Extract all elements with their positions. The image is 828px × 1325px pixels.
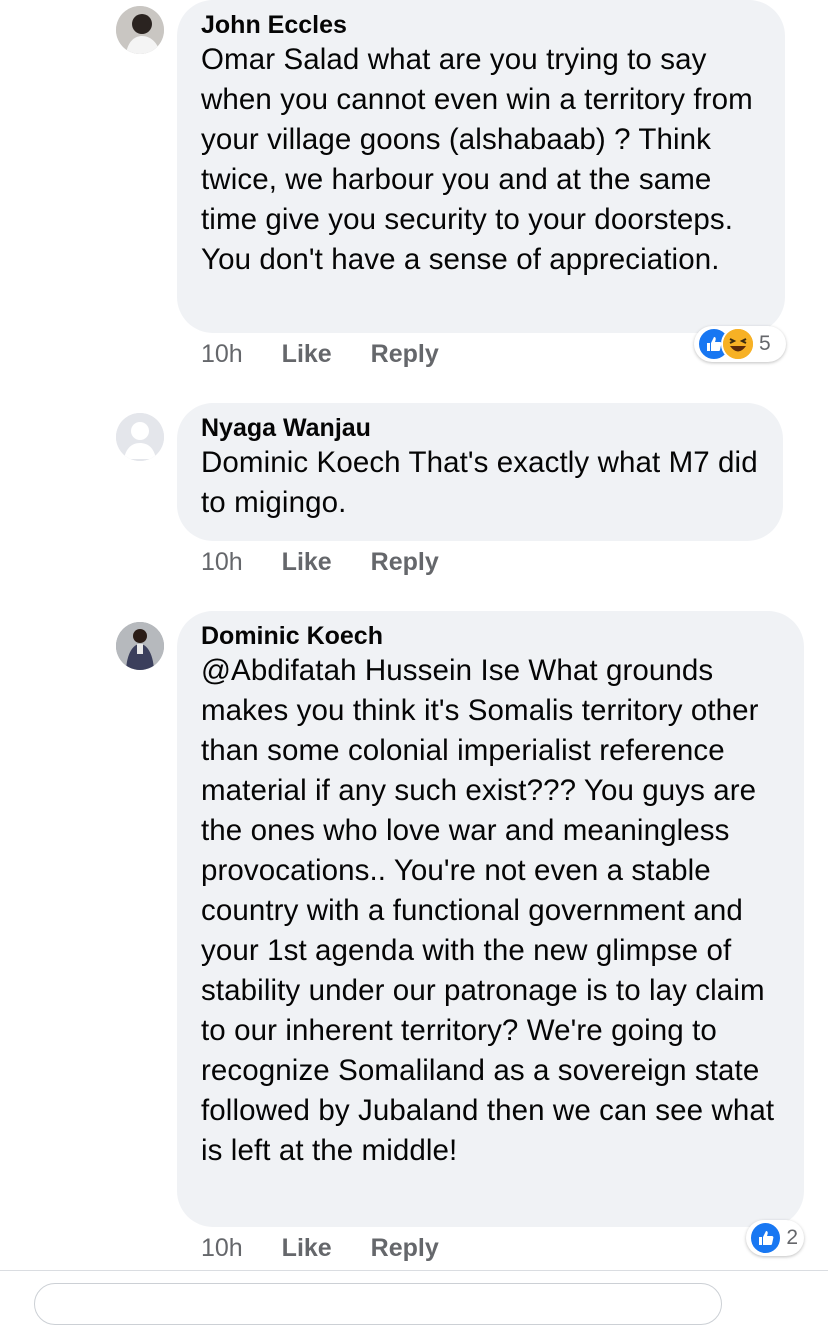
comment-actions: 10h Like Reply	[201, 340, 471, 369]
like-button[interactable]: Like	[282, 340, 332, 369]
default-avatar-icon	[116, 413, 164, 461]
comment-author[interactable]: Nyaga Wanjau	[201, 413, 759, 443]
comment-composer	[0, 1270, 828, 1325]
comment-time[interactable]: 10h	[201, 340, 243, 369]
comment-text: @Abdifatah Hussein Ise What grounds make…	[201, 654, 775, 1167]
user-photo-icon	[116, 622, 164, 670]
avatar[interactable]	[116, 6, 164, 54]
comment-bubble: John Eccles Omar Salad what are you tryi…	[177, 0, 785, 333]
comment-actions: 10h Like Reply	[201, 1234, 471, 1263]
write-comment-input[interactable]	[34, 1283, 722, 1325]
haha-icon	[721, 327, 755, 361]
comment-time[interactable]: 10h	[201, 1234, 243, 1263]
avatar[interactable]	[116, 622, 164, 670]
like-icon	[749, 1221, 783, 1255]
comment-actions: 10h Like Reply	[201, 548, 471, 577]
comment-text: Dominic Koech That's exactly what M7 did…	[201, 446, 758, 519]
comment-bubble: Dominic Koech @Abdifatah Hussein Ise Wha…	[177, 611, 804, 1227]
reaction-count: 5	[759, 332, 771, 355]
comment-bubble: Nyaga Wanjau Dominic Koech That's exactl…	[177, 403, 783, 541]
comment-text: Omar Salad what are you trying to say wh…	[201, 43, 753, 276]
reaction-summary[interactable]: 2	[746, 1220, 804, 1256]
reaction-count: 2	[786, 1226, 798, 1249]
reply-button[interactable]: Reply	[371, 340, 439, 369]
reaction-summary[interactable]: 5	[694, 326, 786, 362]
like-button[interactable]: Like	[282, 548, 332, 577]
like-button[interactable]: Like	[282, 1234, 332, 1263]
comment-author[interactable]: Dominic Koech	[201, 621, 780, 651]
comment-time[interactable]: 10h	[201, 548, 243, 577]
reply-button[interactable]: Reply	[371, 1234, 439, 1263]
comment-author[interactable]: John Eccles	[201, 10, 761, 40]
avatar[interactable]	[116, 413, 164, 461]
reply-button[interactable]: Reply	[371, 548, 439, 577]
user-photo-icon	[116, 6, 164, 54]
